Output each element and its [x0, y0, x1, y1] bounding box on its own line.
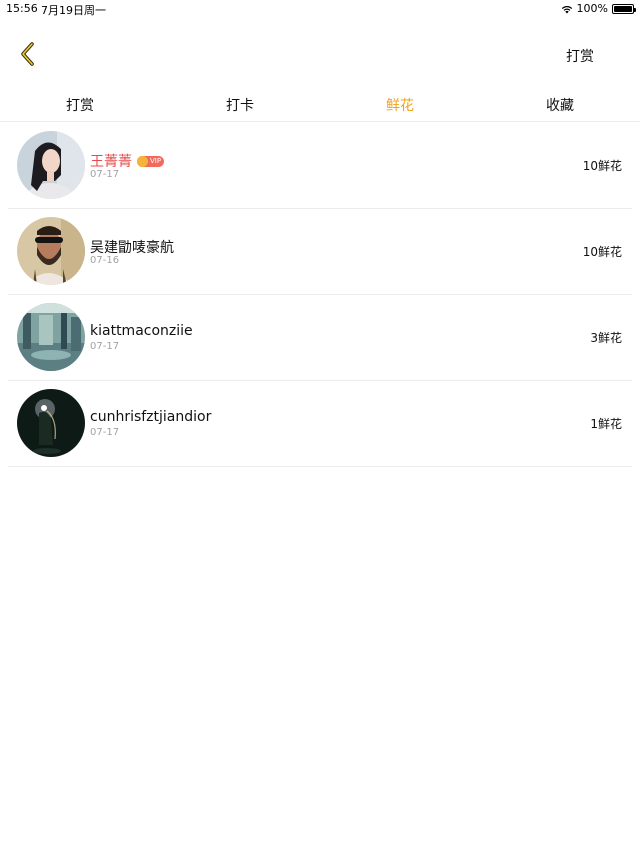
status-bar: 15:56 7月19日周一 100%: [0, 0, 640, 18]
user-name: cunhrisfztjiandior: [90, 409, 212, 425]
item-date: 07-17: [90, 427, 120, 438]
chevron-left-icon: [21, 42, 34, 66]
flower-amount: 3鲜花: [590, 331, 622, 345]
crown-icon: [137, 155, 148, 167]
name-line: 吴建勖唛豪航: [90, 237, 174, 257]
avatar[interactable]: [17, 303, 85, 371]
flower-amount: 1鲜花: [590, 417, 622, 431]
wifi-icon: [561, 4, 573, 14]
status-time: 15:56: [6, 2, 38, 15]
status-right: 100%: [561, 2, 636, 15]
name-line: kiattmaconziie: [90, 323, 193, 339]
avatar[interactable]: [17, 131, 85, 199]
tab-reward[interactable]: 打赏: [0, 90, 160, 121]
user-name: kiattmaconziie: [90, 323, 193, 339]
item-date: 07-16: [90, 255, 120, 266]
name-line: 王菁菁 VIP: [90, 151, 165, 171]
battery-percent: 100%: [576, 2, 608, 15]
flower-amount: 10鲜花: [582, 245, 622, 259]
flower-list: 王菁菁 VIP 07-17 10鲜花 吴建勖唛豪航 07-16 10鲜花 kia…: [8, 123, 632, 467]
tab-flowers[interactable]: 鲜花: [320, 90, 480, 121]
status-date: 7月19日周一: [41, 4, 106, 17]
vip-badge: VIP: [137, 155, 165, 167]
tab-favorites[interactable]: 收藏: [480, 90, 640, 121]
name-line: cunhrisfztjiandior: [90, 409, 211, 425]
battery-icon: [612, 3, 636, 14]
back-button[interactable]: [14, 40, 42, 68]
list-item[interactable]: cunhrisfztjiandior 07-17 1鲜花: [8, 381, 632, 467]
avatar[interactable]: [17, 389, 85, 457]
flower-amount: 10鲜花: [582, 159, 622, 173]
tab-bar: 打赏 打卡 鲜花 收藏: [0, 90, 640, 122]
list-item[interactable]: 吴建勖唛豪航 07-16 10鲜花: [8, 209, 632, 295]
item-date: 07-17: [90, 341, 120, 352]
navigation-bar: 打赏: [0, 18, 640, 90]
avatar[interactable]: [17, 217, 85, 285]
user-name: 吴建勖唛豪航: [90, 240, 174, 256]
tab-checkin[interactable]: 打卡: [160, 90, 320, 121]
item-date: 07-17: [90, 169, 120, 180]
list-item[interactable]: kiattmaconziie 07-17 3鲜花: [8, 295, 632, 381]
reward-button[interactable]: 打赏: [566, 46, 594, 66]
user-name: 王菁菁: [90, 154, 132, 170]
list-item[interactable]: 王菁菁 VIP 07-17 10鲜花: [8, 123, 632, 209]
vip-label: VIP: [150, 156, 162, 165]
